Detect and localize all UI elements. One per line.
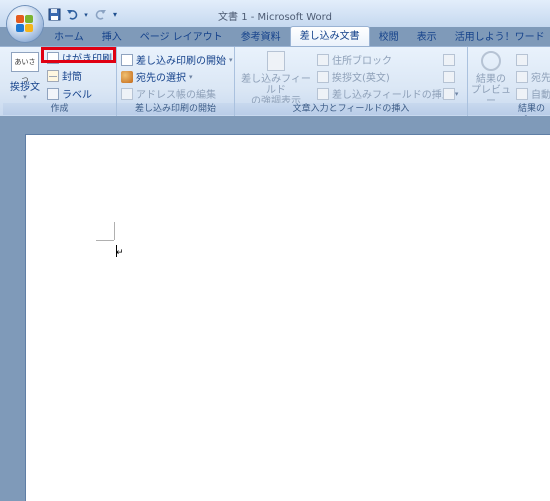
- dropdown-arrow-icon: ▾: [189, 72, 193, 81]
- tab-katsuyou-word[interactable]: 活用しよう！ワード: [446, 29, 550, 47]
- start-mail-merge-label: 差し込み印刷の開始: [136, 56, 226, 67]
- highlight-merge-fields-button[interactable]: 差し込みフィールド の強調表示: [237, 51, 315, 107]
- group-start-mail-merge: 差し込み印刷の開始 ▾ 宛先の選択 ▾ アドレス帳の編集 差し込み印刷の開始: [117, 47, 235, 116]
- edit-address-list-button[interactable]: アドレス帳の編集: [121, 86, 216, 101]
- tab-page-layout[interactable]: ページ レイアウト: [131, 29, 232, 47]
- first-record-icon: [516, 53, 528, 66]
- document-page[interactable]: [25, 134, 550, 501]
- envelope-icon: [47, 69, 59, 82]
- group-write-insert-label: 文章入力とフィールドの挿入: [235, 103, 467, 115]
- dropdown-arrow-icon: ▾: [454, 89, 459, 98]
- highlight-fields-label-1: 差し込みフィールド: [241, 74, 311, 96]
- greeting-button[interactable]: あいさつ 挨拶文 ▾: [10, 52, 40, 101]
- group-start-mail-merge-label: 差し込み印刷の開始: [117, 103, 234, 115]
- undo-icon[interactable]: [65, 8, 79, 22]
- highlight-fields-icon: [267, 51, 285, 71]
- address-block-label: 住所ブロック: [332, 56, 392, 67]
- tab-insert[interactable]: 挿入: [93, 29, 131, 47]
- preview-magnifier-icon: [481, 51, 501, 71]
- auto-check-label: 自動: [531, 90, 550, 101]
- rules-button[interactable]: [443, 52, 455, 67]
- rules-icon: [443, 53, 455, 66]
- save-icon[interactable]: [47, 8, 61, 22]
- greeting-icon: あいさつ: [11, 52, 39, 84]
- auto-check-button[interactable]: 自動: [516, 86, 550, 101]
- insert-merge-field-label: 差し込みフィールドの挿入: [332, 90, 452, 101]
- tab-view[interactable]: 表示: [408, 29, 446, 47]
- tab-mailings[interactable]: 差し込み文書: [289, 26, 370, 47]
- redo-icon[interactable]: [93, 8, 107, 22]
- tab-home[interactable]: ホーム: [45, 29, 93, 47]
- margin-corner-vertical: [114, 222, 115, 240]
- postcard-highlight-box: [41, 47, 116, 63]
- ribbon-tabs: ホーム 挿入 ページ レイアウト 参考資料 差し込み文書 校閲 表示 活用しよう…: [45, 26, 550, 47]
- labels-button[interactable]: ラベル: [47, 86, 92, 101]
- preview-results-button[interactable]: 結果の プレビュー: [470, 51, 512, 107]
- match-fields-button[interactable]: [443, 69, 455, 84]
- group-write-insert-fields: 差し込みフィールド の強調表示 住所ブロック 挨拶文(英文) 差し込みフィールド…: [235, 47, 468, 116]
- greeting-line-icon: [317, 70, 329, 83]
- paragraph-mark-icon: ↵: [116, 248, 124, 258]
- tab-references[interactable]: 参考資料: [232, 29, 290, 47]
- envelope-label: 封筒: [62, 72, 82, 83]
- dropdown-arrow-icon: ▾: [229, 55, 233, 64]
- mail-merge-icon: [121, 53, 133, 66]
- envelope-button[interactable]: 封筒: [47, 68, 82, 83]
- office-button[interactable]: [7, 6, 43, 42]
- greeting-line-button[interactable]: 挨拶文(英文): [317, 69, 390, 84]
- auto-check-icon: [516, 87, 528, 100]
- address-block-icon: [317, 53, 329, 66]
- office-logo-icon: [16, 15, 34, 33]
- group-create-label: 作成: [3, 103, 116, 115]
- customize-icon[interactable]: ▾: [111, 8, 119, 22]
- quick-access-toolbar: ▾ ▾: [47, 7, 119, 22]
- address-block-button[interactable]: 住所ブロック: [317, 52, 392, 67]
- find-recipient-icon: [516, 70, 528, 83]
- insert-field-icon: [317, 87, 329, 100]
- first-record-button[interactable]: [516, 52, 528, 67]
- group-preview-results: 結果の プレビュー 宛先 自動 結果のプ: [468, 47, 550, 126]
- update-labels-icon: [443, 87, 455, 100]
- greeting-line-label: 挨拶文(英文): [332, 73, 390, 84]
- margin-corner-horizontal: [96, 240, 114, 241]
- dropdown-arrow-icon: ▾: [23, 93, 27, 101]
- greeting-label: 挨拶文: [10, 82, 40, 93]
- start-mail-merge-button[interactable]: 差し込み印刷の開始 ▾: [121, 52, 233, 67]
- edit-list-icon: [121, 87, 133, 100]
- labels-label: ラベル: [62, 90, 92, 101]
- recipients-icon: [121, 70, 133, 83]
- match-fields-icon: [443, 70, 455, 83]
- update-labels-button[interactable]: [443, 86, 455, 101]
- select-recipients-label: 宛先の選択: [136, 73, 186, 84]
- preview-label-1: 結果の: [476, 74, 506, 85]
- find-recipient-label: 宛先: [531, 73, 550, 84]
- group-preview-results-label: 結果のプ: [468, 103, 550, 126]
- label-icon: [47, 87, 59, 100]
- select-recipients-button[interactable]: 宛先の選択 ▾: [121, 69, 193, 84]
- undo-dropdown-icon[interactable]: ▾: [83, 8, 89, 22]
- tab-review[interactable]: 校閲: [370, 29, 408, 47]
- edit-address-list-label: アドレス帳の編集: [136, 90, 216, 101]
- find-recipient-button[interactable]: 宛先: [516, 69, 550, 84]
- insert-merge-field-button[interactable]: 差し込みフィールドの挿入 ▾: [317, 86, 458, 101]
